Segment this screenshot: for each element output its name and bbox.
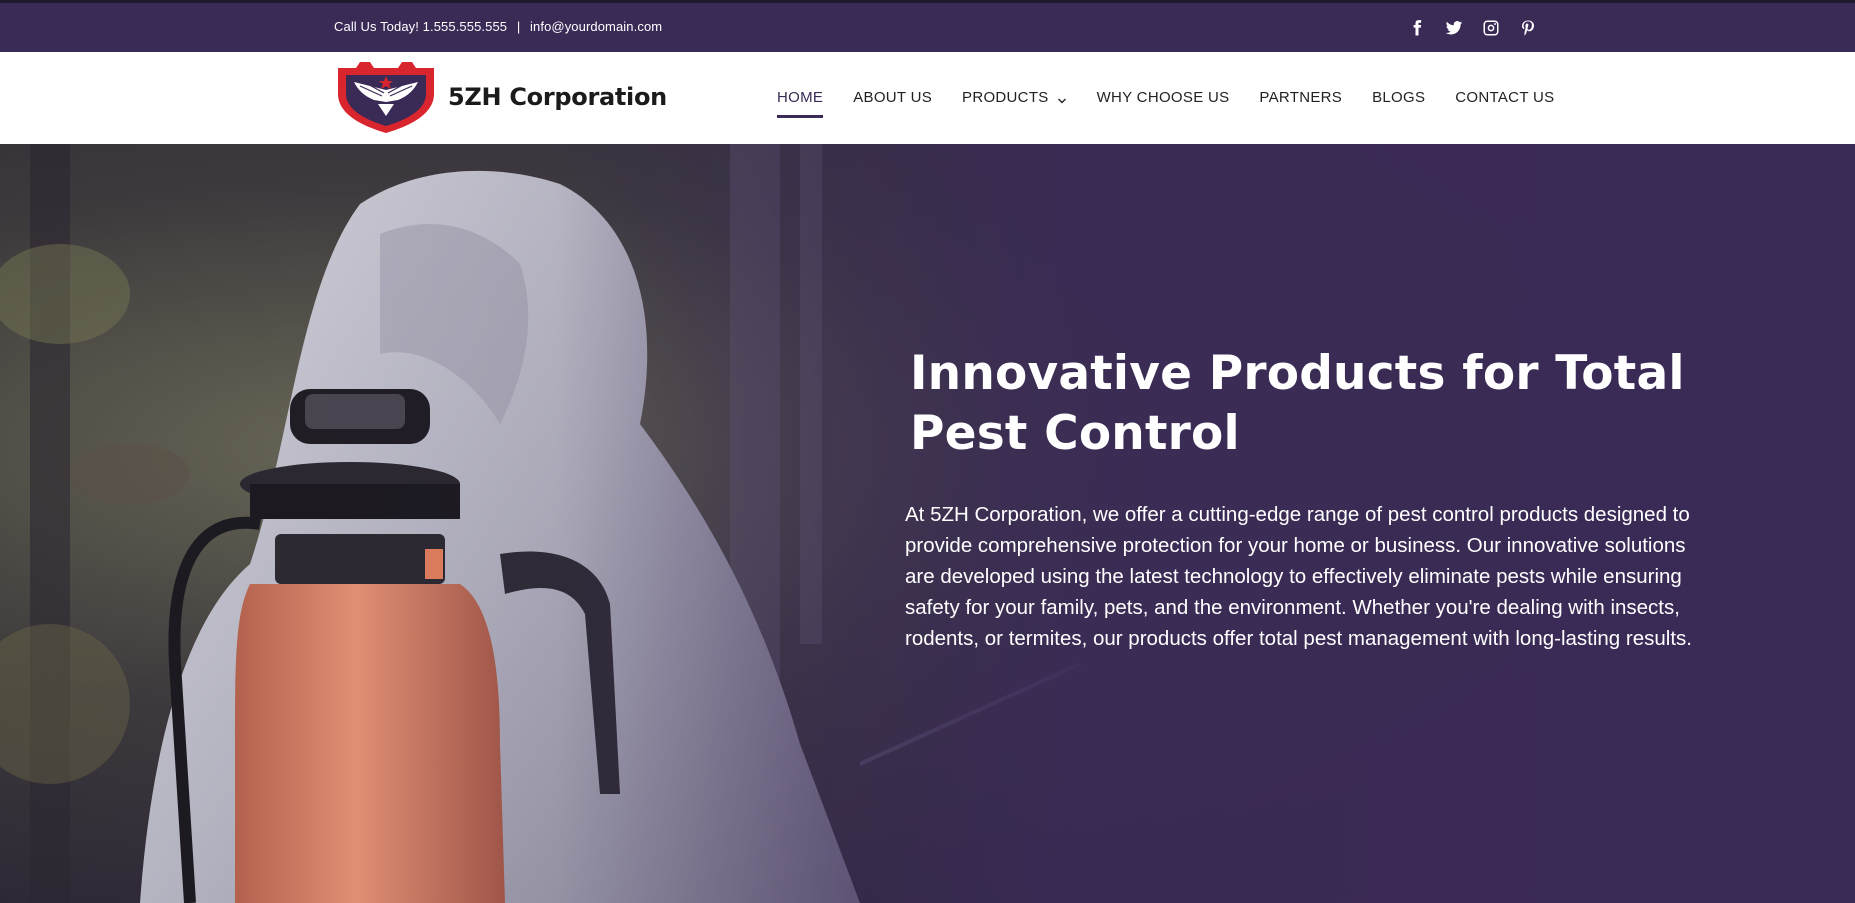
- contact-separator: |: [516, 19, 521, 34]
- nav-item-products-label: PRODUCTS: [962, 89, 1049, 106]
- nav-item-products[interactable]: PRODUCTS: [962, 89, 1067, 106]
- logo-shield-icon: [338, 62, 434, 133]
- main-nav: HOME ABOUT US PRODUCTS WHY CHOOSE US PAR…: [777, 89, 1554, 118]
- nav-item-why-choose-us[interactable]: WHY CHOOSE US: [1097, 89, 1230, 106]
- facebook-icon[interactable]: [1407, 18, 1426, 37]
- nav-item-partners[interactable]: PARTNERS: [1259, 89, 1342, 106]
- hero-section: Innovative Products for Total Pest Contr…: [0, 144, 1855, 903]
- email-link[interactable]: info@yourdomain.com: [530, 19, 662, 34]
- pinterest-icon[interactable]: [1518, 18, 1537, 37]
- logo-text: 5ZH Corporation: [448, 83, 667, 111]
- main-header: 5ZH Corporation HOME ABOUT US PRODUCTS W…: [0, 52, 1855, 144]
- nav-item-about-us[interactable]: ABOUT US: [853, 89, 932, 106]
- social-links: [1407, 18, 1537, 37]
- twitter-icon[interactable]: [1444, 18, 1463, 37]
- chevron-down-icon: [1057, 93, 1067, 103]
- nav-item-contact-us[interactable]: CONTACT US: [1455, 89, 1554, 106]
- phone-text: Call Us Today! 1.555.555.555: [334, 19, 508, 34]
- hero-title: Innovative Products for Total Pest Contr…: [910, 346, 1685, 461]
- site-logo[interactable]: 5ZH Corporation: [334, 60, 667, 134]
- instagram-icon[interactable]: [1481, 18, 1500, 37]
- contact-info: Call Us Today! 1.555.555.555 | info@your…: [334, 19, 662, 34]
- hero-description: At 5ZH Corporation, we offer a cutting-e…: [905, 503, 1692, 650]
- nav-item-blogs[interactable]: BLOGS: [1372, 89, 1425, 106]
- top-bar: Call Us Today! 1.555.555.555 | info@your…: [0, 0, 1855, 52]
- nav-item-home[interactable]: HOME: [777, 89, 824, 118]
